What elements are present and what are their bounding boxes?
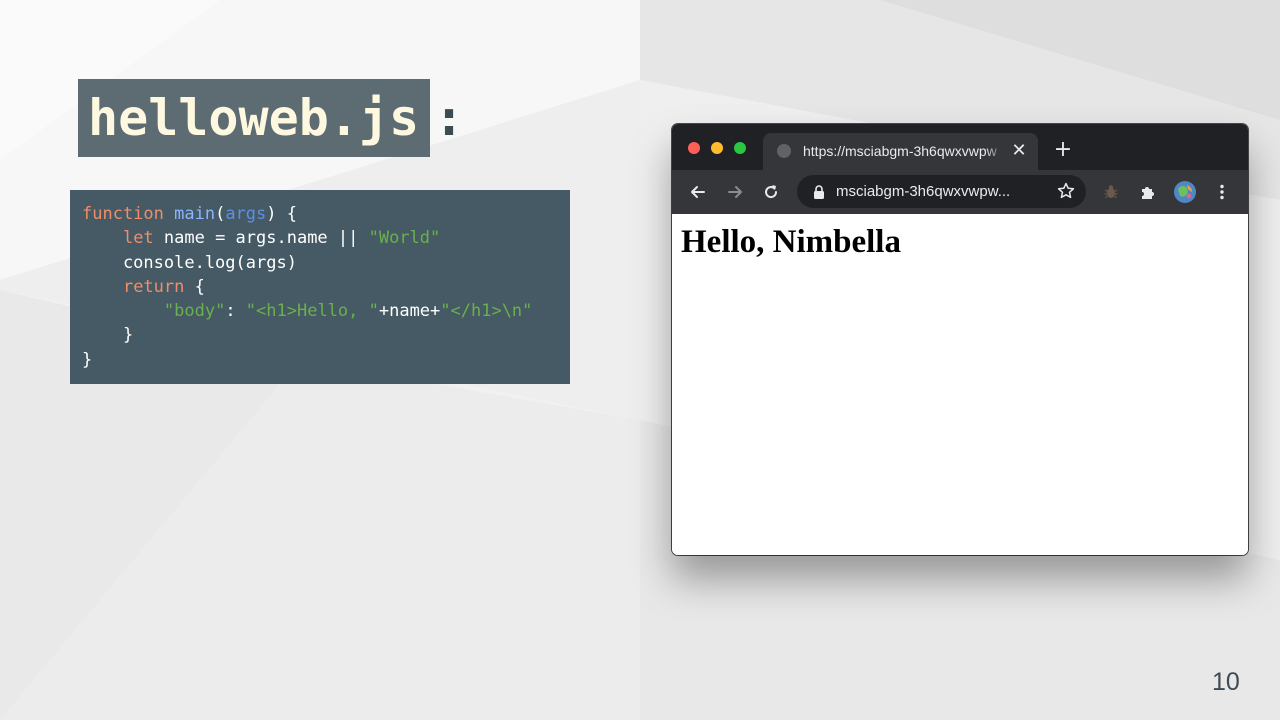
code-token: } xyxy=(82,349,93,370)
code-token: "World" xyxy=(368,228,441,249)
reload-icon[interactable] xyxy=(759,180,783,204)
tab-title-fade xyxy=(985,141,1005,161)
new-tab-button[interactable]: + xyxy=(1052,139,1074,161)
bug-extension-icon[interactable] xyxy=(1099,180,1123,204)
code-line: console.log(args) xyxy=(82,251,570,275)
slide-title-group: helloweb.js : xyxy=(78,79,464,157)
back-arrow-icon[interactable] xyxy=(686,180,710,204)
code-token: "</h1>\n" xyxy=(440,301,533,322)
kebab-menu-icon[interactable] xyxy=(1210,180,1234,204)
code-token: args xyxy=(225,204,267,224)
browser-toolbar: msciabgm-3h6qwxvwpw... xyxy=(672,170,1248,214)
address-bar-url: msciabgm-3h6qwxvwpw... xyxy=(836,183,1011,200)
code-line: } xyxy=(82,348,570,372)
puzzle-icon[interactable] xyxy=(1136,180,1160,204)
code-token: "body" xyxy=(163,301,226,322)
window-close-button[interactable] xyxy=(688,142,700,154)
code-line: "body": "<h1>Hello, "+name+"</h1>\n" xyxy=(82,299,570,323)
code-line: let name = args.name || "World" xyxy=(82,226,570,250)
address-bar[interactable]: msciabgm-3h6qwxvwpw... xyxy=(797,175,1086,208)
code-token: { xyxy=(184,276,205,297)
code-token: console.log(args) xyxy=(82,252,297,273)
browser-window: https://msciabgm-3h6qwxvwpw ✕ + msciabgm… xyxy=(672,124,1248,555)
tab-close-icon[interactable]: ✕ xyxy=(1007,139,1031,163)
code-token: return xyxy=(122,276,185,297)
code-line: return { xyxy=(82,275,570,299)
code-token: main xyxy=(174,204,216,224)
code-token: ( xyxy=(215,204,226,224)
page-heading: Hello, Nimbella xyxy=(681,224,901,260)
code-token: function xyxy=(82,204,175,224)
star-icon[interactable] xyxy=(1056,181,1076,201)
code-token: name = args.name || xyxy=(153,228,369,249)
code-line: } xyxy=(82,323,570,347)
code-token: : xyxy=(225,301,246,322)
code-token: "<h1>Hello, " xyxy=(245,301,379,322)
forward-arrow-icon[interactable] xyxy=(723,180,747,204)
browser-tab[interactable]: https://msciabgm-3h6qwxvwpw ✕ xyxy=(763,133,1038,170)
window-maximize-button[interactable] xyxy=(734,142,746,154)
code-token: } xyxy=(82,325,134,346)
browser-tab-strip: https://msciabgm-3h6qwxvwpw ✕ + xyxy=(672,124,1248,170)
slide-title: helloweb.js xyxy=(78,79,430,157)
lock-icon xyxy=(814,185,824,199)
slide-title-colon: : xyxy=(434,89,465,147)
tab-favicon-icon xyxy=(777,144,791,158)
tab-title: https://msciabgm-3h6qwxvwpw xyxy=(803,143,997,159)
code-line: function main(args) { xyxy=(82,202,570,226)
window-minimize-button[interactable] xyxy=(711,142,723,154)
profile-avatar-icon[interactable] xyxy=(1173,180,1197,204)
browser-page-content: Hello, Nimbella xyxy=(672,214,1248,555)
slide-page-number: 10 xyxy=(1212,668,1240,696)
code-token: +name+ xyxy=(378,301,441,322)
code-snippet: function main(args) { let name = args.na… xyxy=(70,190,570,384)
code-token: ) { xyxy=(266,204,297,224)
code-token: let xyxy=(122,228,154,249)
